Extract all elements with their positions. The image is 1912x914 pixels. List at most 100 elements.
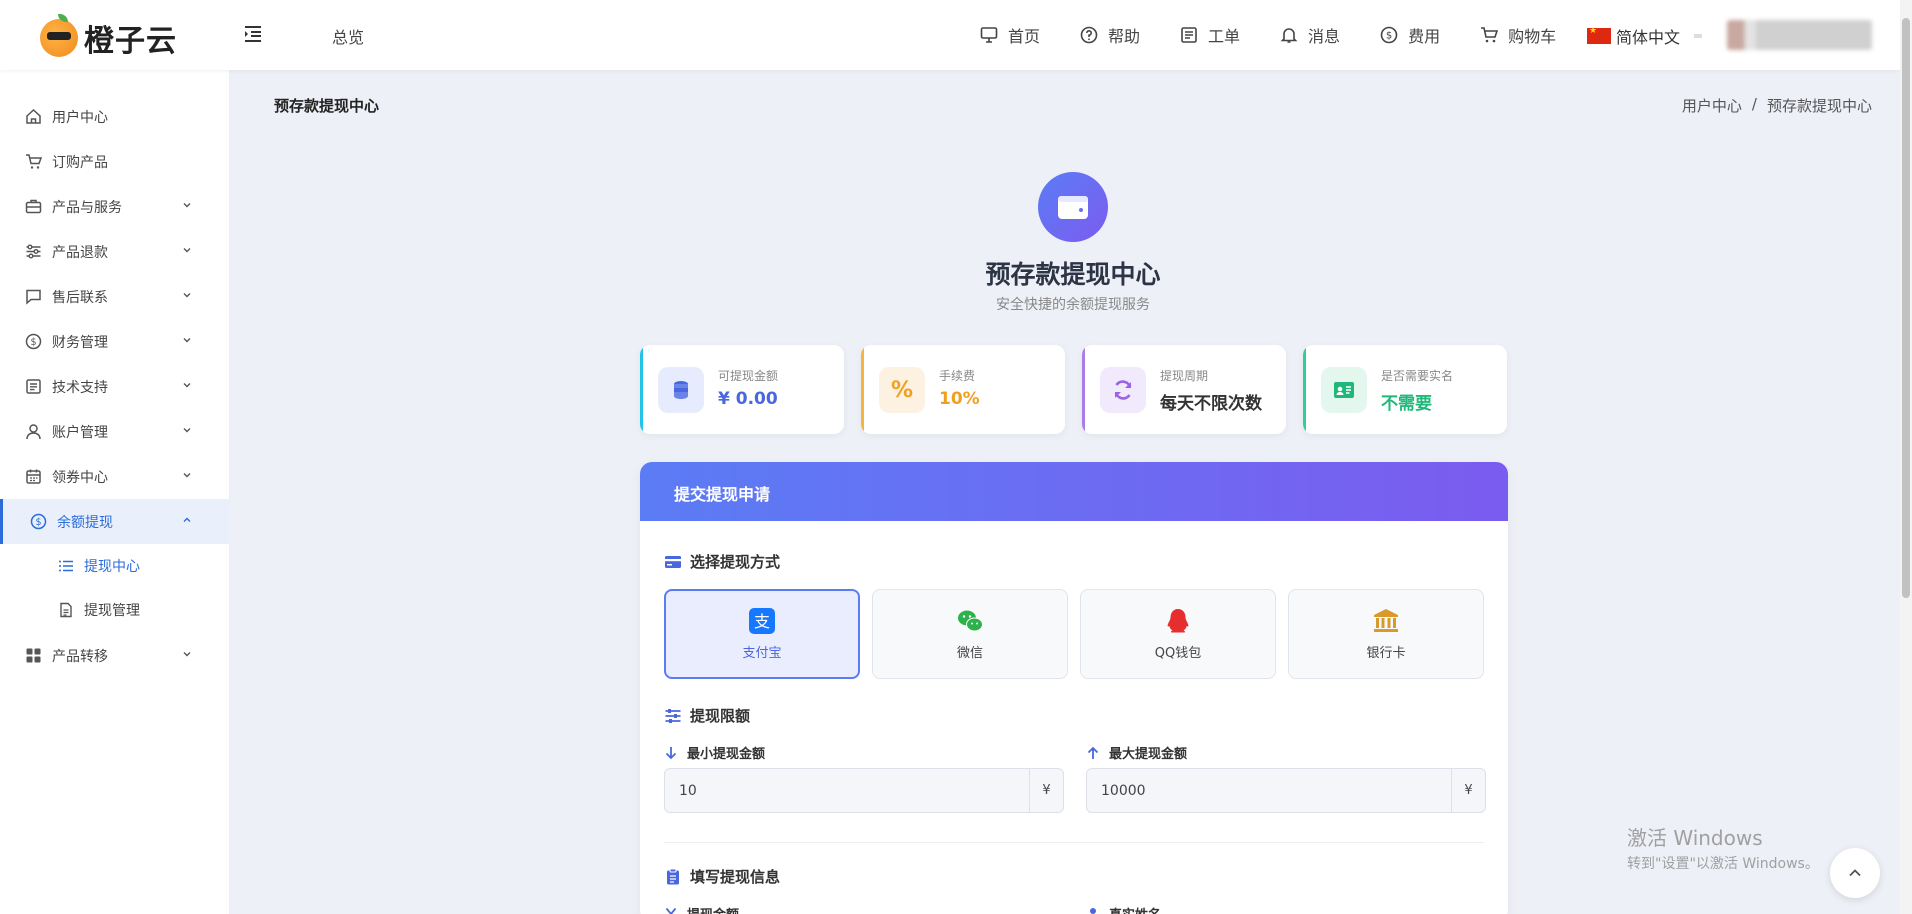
orange-logo-icon [40, 14, 78, 57]
divider [664, 842, 1484, 843]
file-icon [60, 602, 72, 618]
language-label: 简体中文 [1616, 28, 1681, 47]
nav-home[interactable]: 首页 [980, 23, 1040, 47]
section-title-limits: 提现限额 [664, 705, 750, 726]
method-alipay[interactable]: 支 支付宝 [664, 589, 860, 679]
chevron-down-icon [183, 428, 191, 433]
sidebar-item-label: 领券中心 [52, 469, 108, 486]
field-label-text: 最小提现金额 [687, 747, 766, 762]
stat-value-realname: 不需要 [1381, 394, 1432, 414]
sidebar-item-products-services[interactable]: 产品与服务 [0, 184, 230, 229]
windows-activation-watermark: 激活 Windows 转到"设置"以激活 Windows。 [1627, 822, 1819, 873]
field-label-text: 提现金额 [687, 904, 739, 914]
dollar-icon: $ [1380, 26, 1398, 44]
nav-help-label: 帮助 [1108, 27, 1141, 46]
section-title-method: 选择提现方式 [664, 551, 780, 572]
logo[interactable]: 橙子云 [40, 14, 177, 60]
card-accent-bar [640, 345, 643, 434]
sidebar-subitem-withdraw-center[interactable]: 提现中心 [0, 544, 230, 588]
sidebar-item-balance-withdraw[interactable]: $ 余额提现 [0, 499, 230, 544]
menu-toggle-icon[interactable] [244, 24, 262, 44]
top-nav: 首页 帮助 工单 消息 $ 费用 购物车 [980, 0, 1596, 70]
panel-title: 提交提现申请 [640, 462, 1508, 521]
nav-cart[interactable]: 购物车 [1480, 23, 1556, 47]
id-card-icon [1321, 367, 1367, 413]
chevron-up-icon [183, 517, 191, 522]
help-icon [1080, 26, 1098, 44]
sidebar-item-label: 订购产品 [52, 154, 108, 171]
svg-text:$: $ [1386, 31, 1392, 42]
sidebar-item-user-center[interactable]: 用户中心 [0, 94, 230, 139]
stat-label: 可提现金额 [718, 369, 779, 383]
monitor-icon [980, 27, 998, 43]
method-wechat[interactable]: 微信 [872, 589, 1068, 679]
currency-suffix: ¥ [1029, 769, 1063, 812]
hero-subtitle: 安全快捷的余额提现服务 [996, 297, 1150, 313]
min-amount-label: 最小提现金额 [664, 743, 765, 762]
section-title-fill-info: 填写提现信息 [664, 866, 780, 887]
min-amount-field[interactable]: ¥ [664, 768, 1064, 813]
sidebar-item-label: 技术支持 [52, 379, 108, 396]
chevron-down-icon [183, 473, 191, 478]
sidebar-item-tech-support[interactable]: 技术支持 [0, 364, 230, 409]
nav-home-label: 首页 [1008, 27, 1041, 46]
sidebar-item-label: 产品转移 [52, 648, 108, 665]
sidebar-subitem-withdraw-manage[interactable]: 提现管理 [0, 588, 230, 632]
nav-cart-label: 购物车 [1508, 27, 1557, 46]
page-scrollbar[interactable] [1900, 0, 1912, 914]
calendar-icon [26, 469, 41, 484]
overview-link[interactable]: 总览 [332, 24, 364, 48]
sidebar-item-label: 账户管理 [52, 424, 108, 441]
language-selector[interactable]: 简体中文 [1587, 24, 1703, 48]
page-title: 预存款提现中心 [274, 97, 380, 115]
list-icon [59, 560, 73, 572]
yen-icon [665, 907, 677, 914]
back-to-top-button[interactable] [1830, 848, 1880, 898]
min-amount-input[interactable] [665, 769, 1029, 812]
scrollbar-thumb[interactable] [1902, 18, 1910, 598]
real-name-label: 真实姓名 [1086, 904, 1161, 914]
sidebar-item-coupons[interactable]: 领券中心 [0, 454, 230, 499]
sidebar-subitem-label: 提现中心 [84, 559, 140, 575]
sidebar-subitem-label: 提现管理 [84, 603, 140, 619]
breadcrumb-user-center[interactable]: 用户中心 [1682, 95, 1742, 116]
breadcrumb: 用户中心 / 预存款提现中心 [1682, 95, 1872, 116]
arrow-down-icon [665, 746, 677, 759]
max-amount-field[interactable]: ¥ [1086, 768, 1486, 813]
chevron-down-icon [183, 338, 191, 343]
percent-icon: % [879, 367, 925, 413]
sidebar-item-order-products[interactable]: 订购产品 [0, 139, 230, 184]
hero-title: 预存款提现中心 [985, 260, 1161, 289]
method-qq-wallet[interactable]: QQ钱包 [1080, 589, 1276, 679]
stat-label: 手续费 [939, 369, 976, 383]
svg-text:$: $ [35, 517, 41, 528]
field-label-text: 真实姓名 [1109, 904, 1161, 914]
stat-card-available: 可提现金额 ¥ 0.00 [640, 345, 844, 434]
arrow-up-icon [1087, 746, 1099, 759]
nav-messages[interactable]: 消息 [1280, 23, 1340, 47]
alipay-icon: 支 [749, 608, 775, 634]
chevron-down-icon [183, 652, 191, 657]
nav-help[interactable]: 帮助 [1080, 23, 1140, 47]
dollar-icon: $ [30, 513, 47, 530]
nav-ticket[interactable]: 工单 [1180, 23, 1240, 47]
sidebar-item-label: 财务管理 [52, 334, 108, 351]
bank-icon [1374, 609, 1398, 632]
method-bank-card[interactable]: 银行卡 [1288, 589, 1484, 679]
language-dropdown-icon [1694, 34, 1703, 38]
withdraw-amount-label: 提现金额 [664, 904, 739, 914]
user-avatar-blurred[interactable] [1727, 20, 1872, 50]
nav-billing[interactable]: $ 费用 [1380, 23, 1440, 47]
section-title-text: 选择提现方式 [690, 553, 781, 571]
cart-icon [1481, 27, 1499, 43]
currency-suffix: ¥ [1451, 769, 1485, 812]
logo-text: 橙子云 [84, 24, 177, 59]
wechat-icon [958, 610, 983, 632]
method-label: 支付宝 [742, 646, 782, 661]
sidebar-item-product-transfer[interactable]: 产品转移 [0, 633, 230, 678]
breadcrumb-separator: / [1751, 95, 1757, 113]
max-amount-input[interactable] [1087, 769, 1451, 812]
sidebar-item-finance[interactable]: $ 财务管理 [0, 319, 230, 364]
stat-label: 是否需要实名 [1381, 369, 1454, 383]
sidebar-item-account[interactable]: 账户管理 [0, 409, 230, 454]
